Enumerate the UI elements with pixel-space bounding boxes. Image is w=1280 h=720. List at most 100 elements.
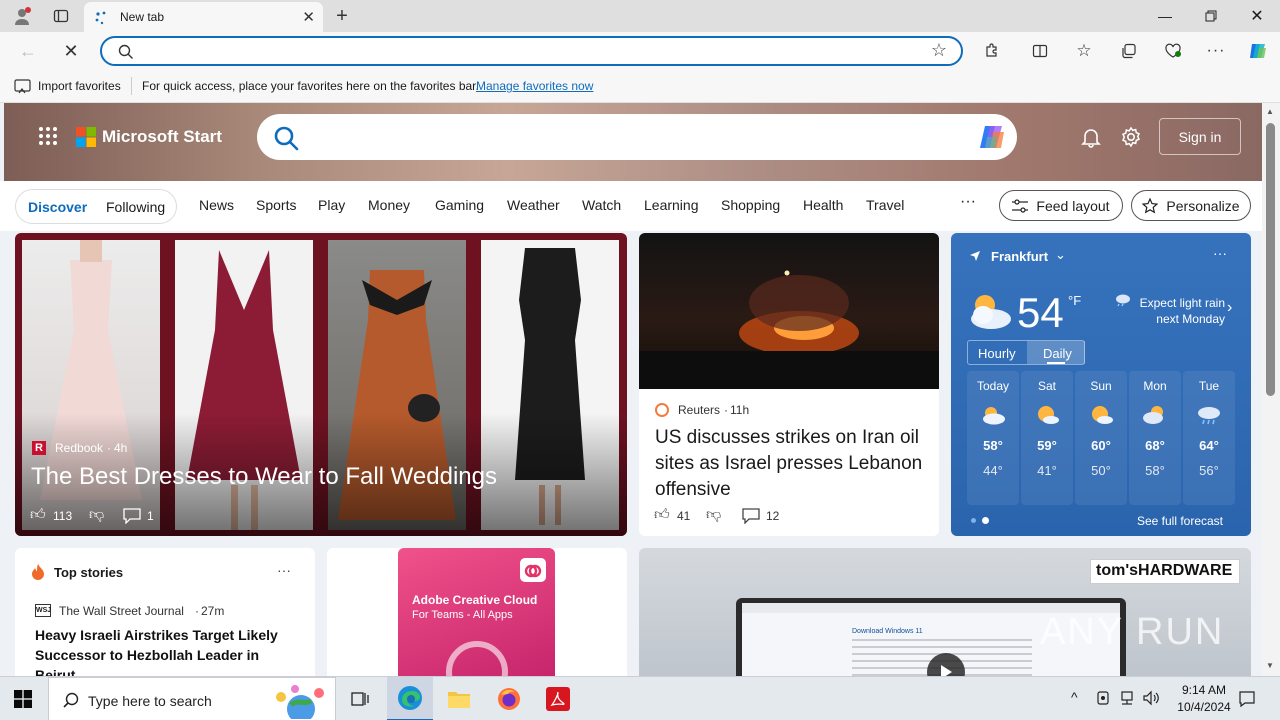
wsj-source[interactable]: The Wall Street Journal [59, 604, 184, 618]
forecast-day[interactable]: Mon 68° 58° [1129, 371, 1181, 505]
hero-headline[interactable]: The Best Dresses to Wear to Fall Wedding… [31, 463, 611, 491]
nav-money[interactable]: Money [368, 197, 410, 213]
network-people-icon[interactable] [1095, 690, 1111, 708]
nav-gaming[interactable]: Gaming [435, 197, 484, 213]
forecast-day[interactable]: Today 58° 44° [967, 371, 1019, 505]
nav-news[interactable]: News [199, 197, 234, 213]
stop-loading-icon[interactable]: ✕ [57, 38, 85, 64]
copilot-icon[interactable] [1245, 38, 1271, 64]
acrobat-icon[interactable] [535, 677, 581, 720]
wsj-age: 27m [201, 604, 225, 618]
top-story-headline[interactable]: Heavy Israeli Airstrikes Target Likely S… [35, 625, 297, 676]
page-scrollbar[interactable]: ▲ ▼ [1262, 103, 1280, 676]
city-dropdown-icon[interactable]: ⌄ [1055, 247, 1066, 263]
manage-favorites-link[interactable]: Manage favorites now [476, 79, 593, 93]
scroll-thumb[interactable] [1266, 123, 1275, 396]
profile-icon[interactable] [8, 4, 36, 28]
tab-new-tab[interactable]: New tab ✕ [84, 2, 323, 32]
settings-gear-icon[interactable] [1120, 126, 1142, 148]
weather-card[interactable]: Frankfurt ⌄ ··· 54 °F Expect light rain … [951, 233, 1251, 536]
weather-city[interactable]: Frankfurt [991, 249, 1048, 264]
feed-layout-button[interactable]: Feed layout [999, 190, 1123, 221]
notification-center-icon[interactable] [1238, 690, 1256, 708]
web-search-input[interactable] [257, 114, 1017, 160]
file-explorer-icon[interactable] [436, 677, 482, 720]
tab-hourly[interactable]: Hourly [978, 346, 1016, 361]
site-logo-text[interactable]: Microsoft Start [102, 127, 222, 147]
day-name: Today [976, 379, 1010, 393]
like-icon[interactable]: 👍︎ [30, 506, 46, 524]
nav-shopping[interactable]: Shopping [721, 197, 780, 213]
hero-story-card[interactable]: R Redbook · 4h The Best Dresses to Wear … [15, 233, 627, 536]
tab-daily[interactable]: Daily [1043, 346, 1072, 361]
tab-actions-icon[interactable] [48, 4, 74, 28]
app-launcher-icon[interactable] [38, 126, 58, 146]
new-tab-button[interactable]: + [330, 4, 354, 28]
nav-more-icon[interactable]: ··· [960, 193, 976, 211]
feed-layout-label: Feed layout [1036, 197, 1110, 214]
clock-time[interactable]: 9:14 AM [1172, 683, 1236, 697]
copilot-icon[interactable] [977, 123, 1007, 151]
scroll-down-icon[interactable]: ▼ [1266, 661, 1274, 670]
temp-unit[interactable]: °F [1068, 293, 1081, 308]
address-bar[interactable]: ☆ [100, 36, 963, 66]
dislike-icon[interactable]: 👎︎ [89, 506, 104, 524]
close-window-button[interactable]: ✕ [1234, 0, 1280, 32]
reuters-logo-icon [655, 403, 669, 417]
close-tab-icon[interactable]: ✕ [302, 8, 315, 26]
nav-weather[interactable]: Weather [507, 197, 560, 213]
back-icon[interactable]: ← [14, 38, 42, 64]
weather-more-icon[interactable]: ··· [1213, 245, 1227, 261]
weather-note[interactable]: Expect light rain next Monday [1121, 295, 1225, 327]
task-view-icon[interactable] [337, 677, 383, 720]
forecast-day[interactable]: Sat 59° 41° [1021, 371, 1073, 505]
extensions-icon[interactable] [980, 38, 1004, 64]
reuters-headline[interactable]: US discusses strikes on Iran oil sites a… [655, 425, 927, 503]
page-dot-active[interactable] [982, 517, 989, 524]
settings-more-icon[interactable]: ··· [1204, 38, 1228, 64]
minimize-button[interactable]: — [1142, 0, 1188, 32]
import-favorites-button[interactable]: Import favorites [38, 79, 121, 93]
hero-age: 4h [114, 441, 128, 455]
reuters-story-card[interactable]: Reuters · 11h US discusses strikes on Ir… [639, 233, 939, 536]
nav-play[interactable]: Play [318, 197, 345, 213]
page-dot[interactable] [971, 518, 976, 523]
ad-card[interactable]: Adobe Creative Cloud For Teams - All App… [327, 548, 627, 676]
forecast-day[interactable]: Tue 64° 56° [1183, 371, 1235, 505]
sign-in-button[interactable]: Sign in [1159, 118, 1241, 155]
network-icon[interactable] [1119, 690, 1135, 706]
hero-source[interactable]: Redbook [55, 441, 103, 455]
start-button[interactable] [0, 677, 46, 720]
edge-taskbar-icon[interactable] [387, 677, 433, 720]
add-favorite-star-icon[interactable]: ☆ [931, 40, 947, 61]
show-hidden-icons-icon[interactable]: ^ [1071, 689, 1078, 705]
clock-date[interactable]: 10/4/2024 [1166, 700, 1242, 714]
taskbar-search-box[interactable]: Type here to search [48, 677, 336, 720]
nav-watch[interactable]: Watch [582, 197, 621, 213]
personalize-button[interactable]: Personalize [1131, 190, 1251, 221]
nav-health[interactable]: Health [803, 197, 843, 213]
like-icon[interactable]: 👍︎ [654, 506, 670, 524]
comment-icon[interactable] [123, 508, 141, 524]
collections-icon[interactable] [1117, 38, 1141, 64]
forecast-day[interactable]: Sun 60° 50° [1075, 371, 1127, 505]
dislike-icon[interactable]: 👎︎ [706, 506, 721, 524]
split-screen-icon[interactable] [1028, 38, 1052, 64]
browser-essentials-icon[interactable] [1161, 38, 1185, 64]
comment-icon[interactable] [742, 508, 760, 524]
restore-button[interactable] [1188, 0, 1234, 32]
scroll-up-icon[interactable]: ▲ [1266, 107, 1274, 116]
nav-learning[interactable]: Learning [644, 197, 699, 213]
tab-discover[interactable]: Discover [28, 199, 87, 215]
firefox-icon[interactable] [486, 677, 532, 720]
volume-icon[interactable] [1142, 689, 1160, 707]
nav-travel[interactable]: Travel [866, 197, 904, 213]
tab-following[interactable]: Following [106, 199, 165, 215]
top-stories-more-icon[interactable]: ··· [277, 562, 291, 578]
see-forecast-link[interactable]: See full forecast [1137, 514, 1223, 528]
weather-next-icon[interactable]: › [1227, 299, 1232, 317]
notifications-icon[interactable] [1080, 126, 1102, 148]
reuters-source[interactable]: Reuters [678, 403, 720, 417]
favorites-icon[interactable]: ☆ [1072, 38, 1096, 64]
nav-sports[interactable]: Sports [256, 197, 296, 213]
